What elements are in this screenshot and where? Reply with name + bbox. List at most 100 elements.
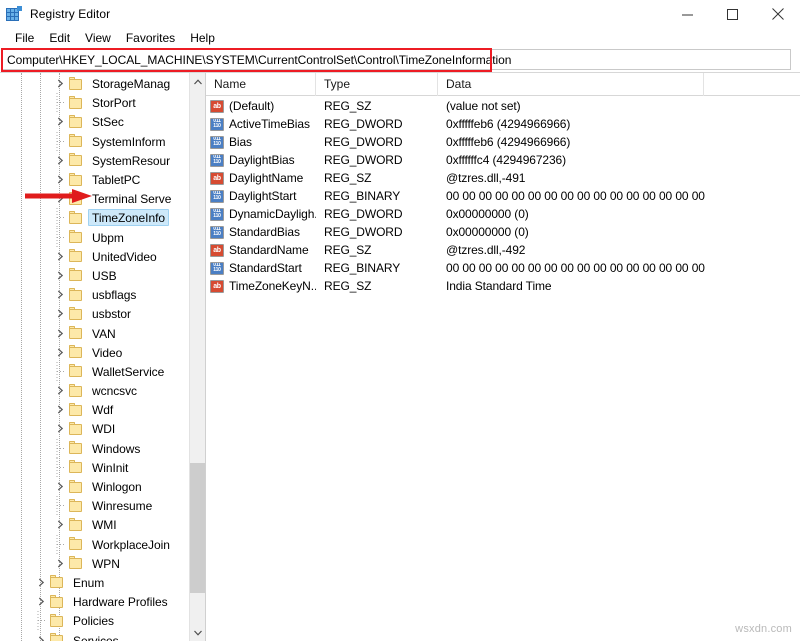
tree-item-walletservice[interactable]: WalletService: [0, 362, 190, 381]
tree-item-label: WorkplaceJoin: [92, 538, 170, 552]
scroll-up-arrow-icon[interactable]: [190, 73, 206, 90]
expand-chevron-icon[interactable]: [52, 343, 68, 362]
menu-help[interactable]: Help: [183, 30, 223, 46]
table-row[interactable]: 011110DynamicDayligh...REG_DWORD0x000000…: [206, 205, 800, 223]
tree-item-wdf[interactable]: Wdf: [0, 400, 190, 419]
table-row[interactable]: 011110StandardBiasREG_DWORD0x00000000 (0…: [206, 223, 800, 241]
expand-chevron-icon[interactable]: [52, 112, 68, 131]
tree-item-ubpm[interactable]: Ubpm: [0, 228, 190, 247]
tree-item-video[interactable]: Video: [0, 343, 190, 362]
tree-item-wdi[interactable]: WDI: [0, 419, 190, 438]
tree-item-usbflags[interactable]: usbflags: [0, 285, 190, 304]
tree-item-services[interactable]: Services: [0, 630, 190, 641]
tree-item-workplacejoin[interactable]: WorkplaceJoin: [0, 535, 190, 554]
window-controls: [665, 0, 800, 28]
expand-chevron-icon[interactable]: [52, 477, 68, 496]
tree-scroll-thumb[interactable]: [190, 463, 206, 593]
table-row[interactable]: 011110ActiveTimeBiasREG_DWORD0xfffffeb6 …: [206, 115, 800, 133]
table-row[interactable]: abStandardNameREG_SZ@tzres.dll,-492: [206, 241, 800, 259]
tree-item-systeminform[interactable]: SystemInform: [0, 132, 190, 151]
tree-item-hardware-profiles[interactable]: Hardware Profiles: [0, 592, 190, 611]
tree-item-tabletpc[interactable]: TabletPC: [0, 170, 190, 189]
tree-item-label: WMI: [92, 518, 117, 532]
expand-chevron-icon[interactable]: [52, 304, 68, 323]
tree-item-wininit[interactable]: WinInit: [0, 458, 190, 477]
expand-chevron-icon[interactable]: [33, 631, 49, 641]
expand-chevron-icon[interactable]: [52, 285, 68, 304]
table-row[interactable]: 011110StandardStartREG_BINARY00 00 00 00…: [206, 259, 800, 277]
tree-item-policies[interactable]: Policies: [0, 611, 190, 630]
table-row[interactable]: 011110DaylightStartREG_BINARY00 00 00 00…: [206, 187, 800, 205]
expand-chevron-icon[interactable]: [52, 381, 68, 400]
column-header-type[interactable]: Type: [316, 73, 438, 96]
scroll-down-arrow-icon[interactable]: [190, 624, 206, 641]
table-row[interactable]: abDaylightNameREG_SZ@tzres.dll,-491: [206, 169, 800, 187]
menu-edit[interactable]: Edit: [42, 30, 78, 46]
tree-item-label: Services: [73, 634, 119, 641]
minimize-icon[interactable]: [665, 0, 710, 28]
tree-item-usbstor[interactable]: usbstor: [0, 304, 190, 323]
expand-chevron-icon[interactable]: [52, 554, 68, 573]
column-header-name[interactable]: Name: [206, 73, 316, 96]
table-row[interactable]: abTimeZoneKeyN...REG_SZIndia Standard Ti…: [206, 277, 800, 295]
column-header-data[interactable]: Data: [438, 73, 704, 96]
tree-item-label: Enum: [73, 576, 104, 590]
tree-item-van[interactable]: VAN: [0, 323, 190, 342]
tree-item-label: Windows: [92, 442, 140, 456]
expand-chevron-icon[interactable]: [33, 573, 49, 592]
expand-chevron-icon[interactable]: [52, 515, 68, 534]
expand-chevron-icon[interactable]: [52, 266, 68, 285]
registry-editor-window: Registry Editor File Edit View Favorites…: [0, 0, 800, 641]
tree-item-label: Wdf: [92, 403, 113, 417]
tree-item-winlogon[interactable]: Winlogon: [0, 477, 190, 496]
expand-chevron-icon[interactable]: [52, 324, 68, 343]
menu-file[interactable]: File: [8, 30, 42, 46]
tree-item-label-box: Enum: [69, 574, 108, 591]
menu-view[interactable]: View: [78, 30, 119, 46]
tree-item-usb[interactable]: USB: [0, 266, 190, 285]
folder-icon: [68, 96, 84, 110]
expand-chevron-icon[interactable]: [52, 247, 68, 266]
value-data-cell: 0xfffffeb6 (4294966966): [438, 115, 800, 133]
table-row[interactable]: ab(Default)REG_SZ(value not set): [206, 97, 800, 115]
tree-item-terminal-serve[interactable]: Terminal Serve: [0, 189, 190, 208]
maximize-icon[interactable]: [710, 0, 755, 28]
tree-item-label: USB: [92, 269, 117, 283]
table-row[interactable]: 011110DaylightBiasREG_DWORD0xffffffc4 (4…: [206, 151, 800, 169]
tree-item-stsec[interactable]: StSec: [0, 112, 190, 131]
value-name-cell: abStandardName: [206, 243, 316, 257]
folder-icon: [68, 268, 84, 282]
tree-item-storport[interactable]: StorPort: [0, 93, 190, 112]
close-icon[interactable]: [755, 0, 800, 28]
registry-values-pane[interactable]: Name Type Data ab(Default)REG_SZ(value n…: [206, 73, 800, 641]
tree-item-label: TabletPC: [92, 173, 140, 187]
tree-item-wpn[interactable]: WPN: [0, 554, 190, 573]
tree-item-timezoneinfo[interactable]: TimeZoneInfo: [0, 208, 190, 227]
tree-item-wmi[interactable]: WMI: [0, 515, 190, 534]
tree-item-unitedvideo[interactable]: UnitedVideo: [0, 247, 190, 266]
expand-chevron-icon[interactable]: [52, 189, 68, 208]
expand-chevron-icon[interactable]: [52, 151, 68, 170]
value-type: REG_DWORD: [324, 135, 402, 149]
value-name-cell: 011110StandardBias: [206, 225, 316, 239]
tree-item-winresume[interactable]: Winresume: [0, 496, 190, 515]
address-bar[interactable]: Computer\HKEY_LOCAL_MACHINE\SYSTEM\Curre…: [1, 49, 791, 70]
tree-item-windows[interactable]: Windows: [0, 439, 190, 458]
tree-item-enum[interactable]: Enum: [0, 573, 190, 592]
registry-tree-pane[interactable]: StorageManagStorPortStSecSystemInformSys…: [0, 73, 206, 641]
tree-item-systemresour[interactable]: SystemResour: [0, 151, 190, 170]
table-row[interactable]: 011110BiasREG_DWORD0xfffffeb6 (429496696…: [206, 133, 800, 151]
value-name: DaylightStart: [229, 189, 296, 203]
tree-item-wcncsvc[interactable]: wcncsvc: [0, 381, 190, 400]
expand-chevron-icon[interactable]: [33, 592, 49, 611]
expand-chevron-icon[interactable]: [52, 400, 68, 419]
expand-chevron-icon[interactable]: [52, 419, 68, 438]
tree-item-storagemanag[interactable]: StorageManag: [0, 74, 190, 93]
expand-chevron-icon[interactable]: [52, 170, 68, 189]
tree-vertical-scrollbar[interactable]: [189, 73, 205, 641]
menu-favorites[interactable]: Favorites: [119, 30, 183, 46]
expand-chevron-icon[interactable]: [52, 74, 68, 93]
folder-icon: [68, 249, 84, 263]
binary-value-icon: 011110: [210, 226, 224, 239]
folder-icon: [68, 307, 84, 321]
